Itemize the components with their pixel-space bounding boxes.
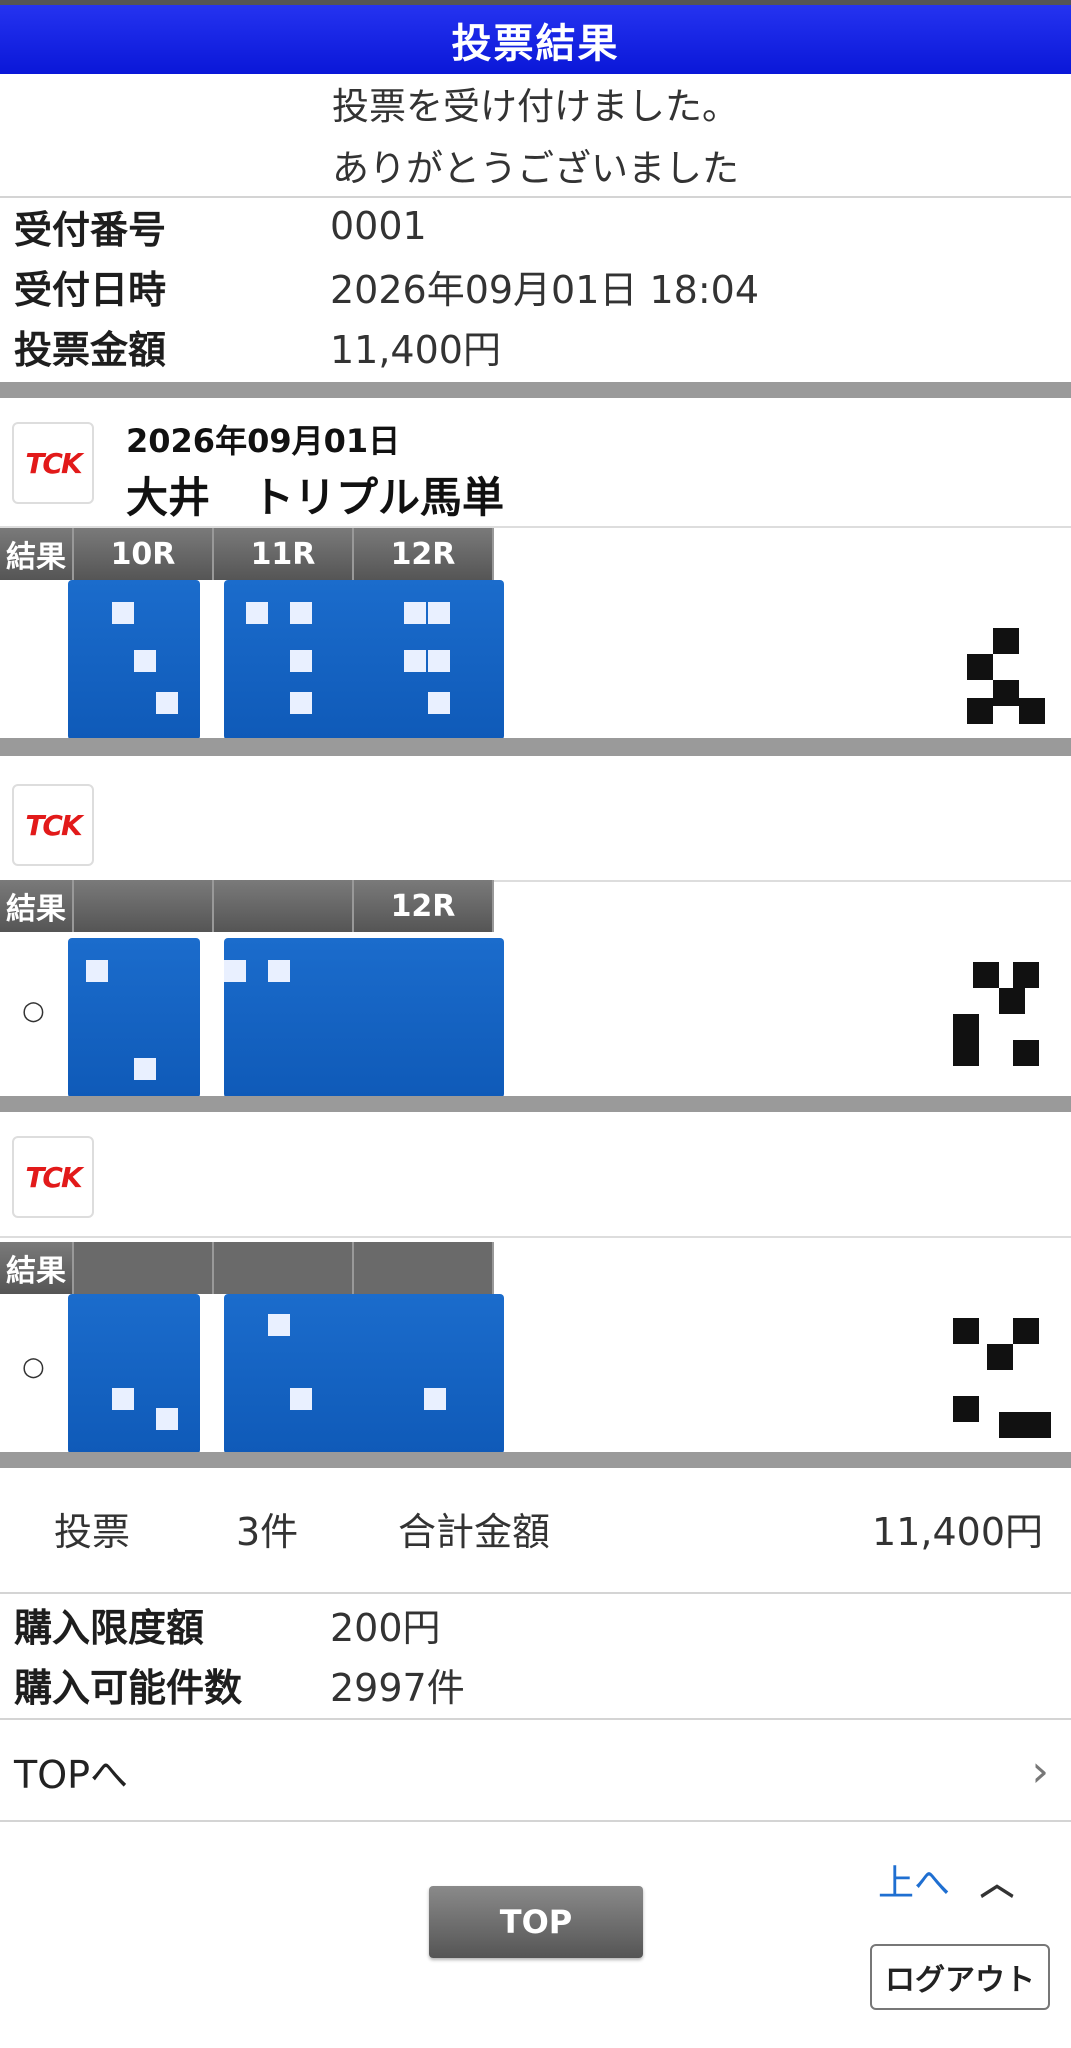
divider bbox=[0, 1236, 1071, 1238]
bet-amount-label: 投票金額 bbox=[14, 327, 167, 372]
scroll-up-label[interactable]: 上へ bbox=[878, 1854, 950, 1906]
confirmation-message: 投票を受け付けました。 ありがとうございました bbox=[0, 76, 1071, 200]
receipt-datetime-row: 受付日時 2026年09月01日 18:04 bbox=[0, 256, 1071, 316]
top-link-row[interactable]: TOPへ › bbox=[0, 1722, 1071, 1820]
race-label bbox=[74, 1242, 214, 1294]
tck-logo: TCK bbox=[12, 1136, 94, 1218]
receipt-datetime-label: 受付日時 bbox=[14, 267, 167, 312]
race-header: 結果 10R 11R 12R bbox=[0, 528, 494, 580]
tck-logo: TCK bbox=[12, 784, 94, 866]
bet-title: 大井 トリプル馬単 bbox=[126, 473, 505, 522]
total-amount-value: 11,400円 bbox=[872, 1509, 1043, 1554]
selection-block bbox=[68, 1294, 200, 1454]
scroll-up-link[interactable]: 上へ ︿ bbox=[878, 1854, 1014, 1906]
caret-up-icon: ︿ bbox=[980, 1863, 1015, 1904]
selection-block bbox=[224, 1294, 504, 1454]
total-amount-label: 合計金額 bbox=[398, 1509, 551, 1554]
bet-amount-row: 投票金額 11,400円 bbox=[0, 316, 1071, 376]
divider bbox=[0, 1820, 1071, 1822]
race-label: 10R bbox=[74, 528, 214, 580]
confirmation-line-1: 投票を受け付けました。 bbox=[332, 85, 739, 128]
race-header: 結果 bbox=[0, 1242, 494, 1294]
section-divider bbox=[0, 382, 1071, 398]
selection-block bbox=[68, 580, 200, 740]
race-header: 結果 12R bbox=[0, 880, 494, 932]
purchasable-count-row: 購入可能件数 2997件 bbox=[0, 1654, 1071, 1714]
race-label: 12R bbox=[354, 880, 494, 932]
result-label: 結果 bbox=[0, 880, 74, 932]
section-divider bbox=[0, 1096, 1071, 1112]
selection-block bbox=[224, 580, 504, 740]
result-mark: ○ bbox=[22, 1352, 45, 1382]
receipt-datetime-value: 2026年09月01日 18:04 bbox=[330, 267, 760, 312]
payout-value bbox=[933, 598, 1053, 738]
selection-block bbox=[68, 938, 200, 1098]
top-button[interactable]: TOP bbox=[429, 1886, 643, 1958]
summary-label: 投票 bbox=[54, 1509, 131, 1554]
race-label bbox=[74, 880, 214, 932]
divider bbox=[0, 1718, 1071, 1720]
section-divider bbox=[0, 1452, 1071, 1468]
confirmation-line-2: ありがとうございました bbox=[332, 147, 739, 190]
result-label: 結果 bbox=[0, 528, 74, 580]
logout-button[interactable]: ログアウト bbox=[870, 1944, 1050, 2010]
bet-card: TCK 結果 ○ bbox=[0, 1112, 1071, 1454]
bet-date: 2026年09月01日 bbox=[126, 422, 401, 460]
page-header: 投票結果 bbox=[0, 0, 1071, 74]
race-label bbox=[214, 880, 354, 932]
summary-count: 3件 bbox=[236, 1509, 299, 1554]
purchasable-count-value: 2997件 bbox=[330, 1665, 465, 1710]
result-mark: ○ bbox=[22, 996, 45, 1026]
result-label: 結果 bbox=[0, 1242, 74, 1294]
bet-summary: 投票 3件 合計金額 11,400円 bbox=[0, 1486, 1071, 1570]
payout-value bbox=[933, 1312, 1053, 1452]
selection-block bbox=[224, 938, 504, 1098]
receipt-number-row: 受付番号 0001 bbox=[0, 196, 1071, 256]
race-label: 12R bbox=[354, 528, 494, 580]
section-divider bbox=[0, 738, 1071, 756]
tck-logo: TCK bbox=[12, 422, 94, 504]
receipt-number-value: 0001 bbox=[330, 204, 427, 248]
bet-amount-value: 11,400円 bbox=[330, 327, 501, 372]
payout-value bbox=[933, 956, 1053, 1096]
top-link-label[interactable]: TOPへ bbox=[14, 1744, 128, 1799]
purchase-limit-label: 購入限度額 bbox=[14, 1605, 205, 1650]
page-title: 投票結果 bbox=[451, 20, 620, 67]
purchase-limit-value: 200円 bbox=[330, 1605, 441, 1650]
bet-card: TCK 結果 12R ○ bbox=[0, 756, 1071, 1098]
race-label bbox=[214, 1242, 354, 1294]
bet-card: TCK 2026年09月01日 大井 トリプル馬単 結果 10R 11R 12R bbox=[0, 398, 1071, 740]
chevron-right-icon: › bbox=[1031, 1745, 1049, 1797]
purchasable-count-label: 購入可能件数 bbox=[14, 1665, 243, 1710]
race-label bbox=[354, 1242, 494, 1294]
purchase-limit-row: 購入限度額 200円 bbox=[0, 1594, 1071, 1654]
race-label: 11R bbox=[214, 528, 354, 580]
receipt-number-label: 受付番号 bbox=[14, 207, 167, 252]
